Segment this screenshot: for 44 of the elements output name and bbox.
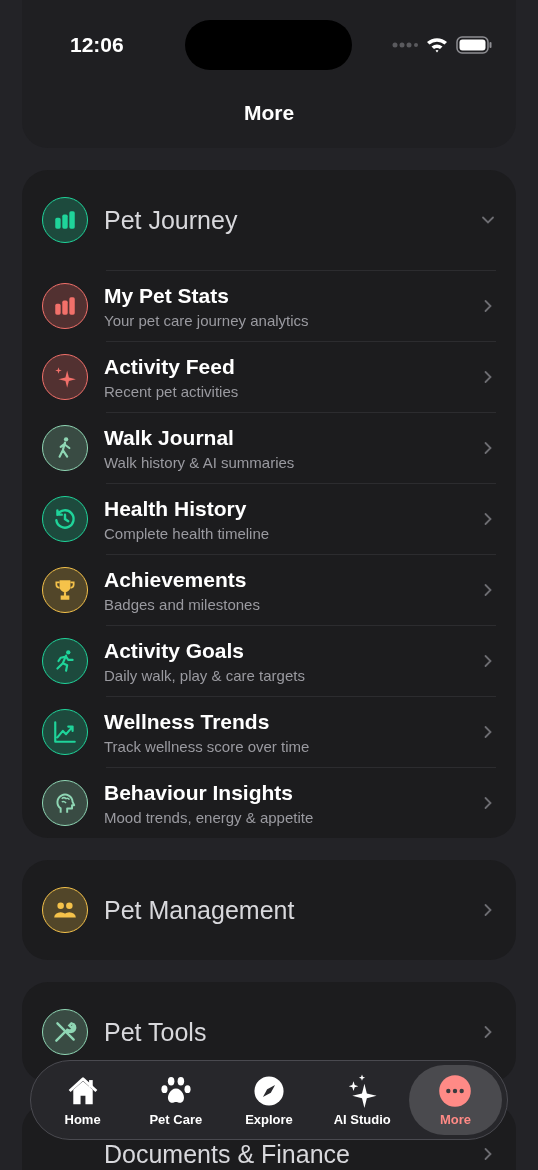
- clock-history-icon: [52, 506, 78, 532]
- tab-item[interactable]: Explore: [222, 1065, 316, 1135]
- wifi-icon: [426, 37, 448, 53]
- menu-row[interactable]: Walk Journal Walk history & AI summaries: [106, 412, 496, 483]
- menu-row[interactable]: Activity Feed Recent pet activities: [106, 341, 496, 412]
- item-title: My Pet Stats: [104, 283, 230, 308]
- section-title[interactable]: Pet Management: [104, 895, 464, 925]
- item-subtitle: Track wellness score over time: [104, 737, 311, 755]
- menu-row[interactable]: Activity Goals Daily walk, play & care targets: [106, 625, 496, 696]
- item-subtitle: Walk history & AI summaries: [104, 453, 296, 471]
- item-title: Activity Goals: [104, 638, 246, 663]
- menu-row[interactable]: Health History Complete health timeline: [106, 483, 496, 554]
- item-subtitle: Your pet care journey analytics: [104, 311, 310, 329]
- menu-row[interactable]: Achievements Badges and milestones: [106, 554, 496, 625]
- item-title: Wellness Trends: [104, 709, 271, 734]
- tab-item[interactable]: More: [408, 1065, 502, 1135]
- menu-row[interactable]: Behaviour Insights Mood trends, energy & appetite: [106, 767, 496, 838]
- tab-item[interactable]: AI Studio: [315, 1065, 409, 1135]
- section-title[interactable]: Documents & Finance: [104, 1139, 464, 1169]
- item-subtitle: Recent pet activities: [104, 382, 240, 400]
- item-subtitle: Complete health timeline: [104, 524, 271, 542]
- item-subtitle: Badges and milestones: [104, 595, 261, 613]
- item-title: Activity Feed: [104, 354, 236, 379]
- item-title: Walk Journal: [104, 425, 235, 450]
- menu-row[interactable]: My Pet Stats Your pet care journey analytics: [106, 270, 496, 341]
- compass-icon: [252, 1073, 286, 1108]
- item-title: Achievements: [104, 567, 248, 592]
- signal-icon: [392, 42, 418, 48]
- tools-icon: [52, 1019, 78, 1045]
- tab-item[interactable]: Pet Care: [129, 1065, 223, 1135]
- trend-chart-icon: [52, 719, 78, 745]
- item-subtitle: Daily walk, play & care targets: [104, 666, 306, 684]
- trophy-icon: [52, 577, 78, 603]
- item-title: Behaviour Insights: [104, 780, 295, 805]
- section-title[interactable]: Pet Journey: [104, 205, 464, 235]
- item-title: Health History: [104, 496, 248, 521]
- item-subtitle: Mood trends, energy & appetite: [104, 808, 315, 826]
- section-title[interactable]: Pet Tools: [104, 1017, 464, 1047]
- tab-item[interactable]: Home: [36, 1065, 130, 1135]
- battery-icon: [456, 36, 492, 54]
- menu-row[interactable]: Wellness Trends Track wellness score over time: [106, 696, 496, 767]
- more-dots-icon: [438, 1073, 473, 1108]
- status-time: 12:06: [70, 33, 125, 57]
- page-title: More: [243, 101, 295, 125]
